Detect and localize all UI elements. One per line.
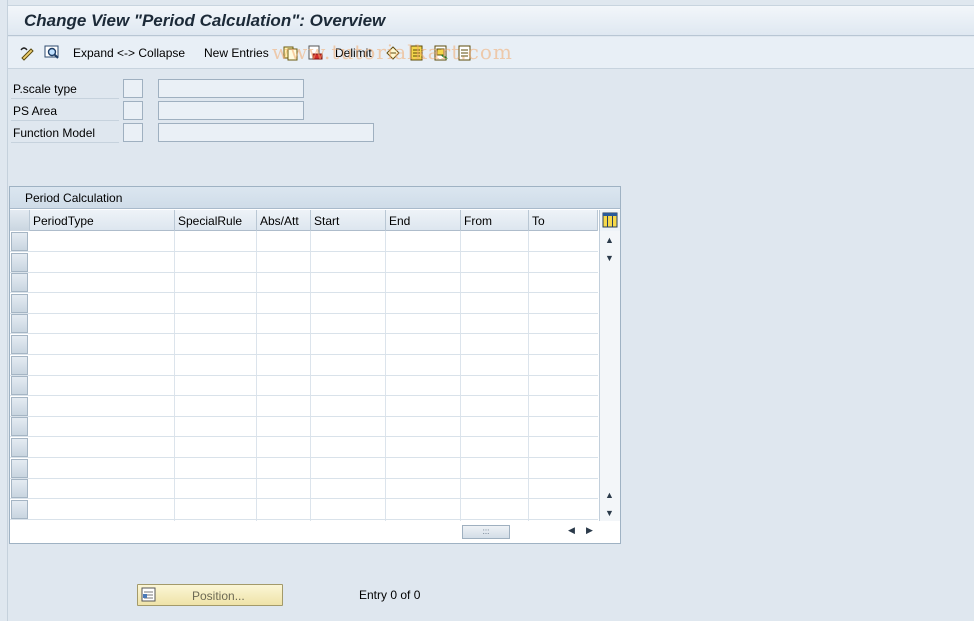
position-button[interactable]: Position...: [137, 584, 283, 606]
position-icon: [141, 587, 157, 603]
row-select-button[interactable]: [11, 232, 28, 251]
table-row[interactable]: [10, 231, 598, 252]
scroll-right-icon[interactable]: ▶: [586, 525, 593, 536]
table-row[interactable]: [10, 499, 598, 520]
column-header-start[interactable]: Start: [311, 210, 386, 231]
row-select-button[interactable]: [11, 396, 28, 416]
table-row[interactable]: [10, 293, 598, 314]
table-header-row: PeriodType SpecialRule Abs/Att Start End…: [10, 210, 598, 231]
page-title: Change View "Period Calculation": Overvi…: [24, 11, 386, 30]
ps-area-input[interactable]: [158, 101, 304, 120]
table-row[interactable]: [10, 416, 598, 438]
table-row[interactable]: [10, 355, 598, 376]
column-header-specialrule[interactable]: SpecialRule: [175, 210, 257, 231]
scroll-up-icon[interactable]: ▲: [605, 235, 614, 245]
function-model-input[interactable]: [158, 123, 374, 142]
vertical-scrollbar[interactable]: ▲ ▼ ▲ ▼: [599, 231, 620, 521]
row-select-button[interactable]: [11, 355, 28, 375]
other-view-button[interactable]: [44, 44, 60, 62]
row-select-button[interactable]: [11, 314, 28, 334]
expand-collapse-button[interactable]: Expand <-> Collapse: [73, 44, 185, 62]
row-select-button[interactable]: [11, 376, 28, 396]
table-settings-button[interactable]: [599, 210, 620, 231]
column-header-absatt[interactable]: Abs/Att: [257, 210, 311, 231]
table-settings-icon: [602, 212, 618, 228]
title-bar: Change View "Period Calculation": Overvi…: [8, 5, 974, 36]
select-all-rows-button[interactable]: [10, 210, 30, 231]
display-change-button[interactable]: [20, 44, 36, 62]
table-row[interactable]: [10, 437, 598, 458]
row-select-button[interactable]: [11, 335, 28, 354]
table-body: [10, 231, 598, 521]
scroll-down-page-icon[interactable]: ▼: [605, 253, 614, 263]
row-select-button[interactable]: [11, 479, 28, 499]
watermark: www.tutorialkart.com: [272, 40, 513, 64]
row-select-button[interactable]: [11, 438, 28, 457]
horizontal-scroll-thumb[interactable]: :::: [462, 525, 510, 539]
row-select-button[interactable]: [11, 458, 28, 478]
table-row[interactable]: [10, 478, 598, 500]
position-button-label: Position...: [192, 589, 245, 603]
column-header-to[interactable]: To: [529, 210, 598, 231]
scroll-left-icon[interactable]: ◀: [568, 525, 575, 536]
row-select-button[interactable]: [11, 293, 28, 313]
new-entries-button[interactable]: New Entries: [204, 44, 269, 62]
table-title-bar: Period Calculation: [10, 187, 620, 209]
table-row[interactable]: [10, 334, 598, 355]
row-select-button[interactable]: [11, 417, 28, 437]
row-select-button[interactable]: [11, 499, 28, 519]
pscale-type-select-button[interactable]: [123, 79, 143, 98]
pscale-type-label: P.scale type: [11, 79, 119, 99]
row-select-button[interactable]: [11, 252, 28, 272]
table-row[interactable]: [10, 396, 598, 417]
column-header-from[interactable]: From: [461, 210, 529, 231]
table-row[interactable]: [10, 313, 598, 335]
glasses-pencil-icon: [20, 45, 36, 61]
table-title: Period Calculation: [25, 191, 123, 205]
ps-area-label: PS Area: [11, 101, 119, 121]
entry-counter: Entry 0 of 0: [359, 588, 421, 602]
horizontal-scrollbar[interactable]: ::: ◀ ▶: [462, 523, 600, 541]
scroll-up-page-icon[interactable]: ▲: [605, 490, 614, 500]
period-calculation-table: Period Calculation PeriodType SpecialRul…: [9, 186, 621, 544]
column-header-end[interactable]: End: [386, 210, 461, 231]
table-row[interactable]: [10, 375, 598, 397]
function-model-label: Function Model: [11, 123, 119, 143]
magnifier-icon: [44, 45, 60, 61]
ps-area-select-button[interactable]: [123, 101, 143, 120]
table-row[interactable]: [10, 458, 598, 479]
pscale-type-input[interactable]: [158, 79, 304, 98]
table-row[interactable]: [10, 252, 598, 273]
column-header-periodtype[interactable]: PeriodType: [30, 210, 175, 231]
function-model-select-button[interactable]: [123, 123, 143, 142]
table-row[interactable]: [10, 272, 598, 294]
scroll-down-icon[interactable]: ▼: [605, 508, 614, 518]
row-select-button[interactable]: [11, 273, 28, 293]
